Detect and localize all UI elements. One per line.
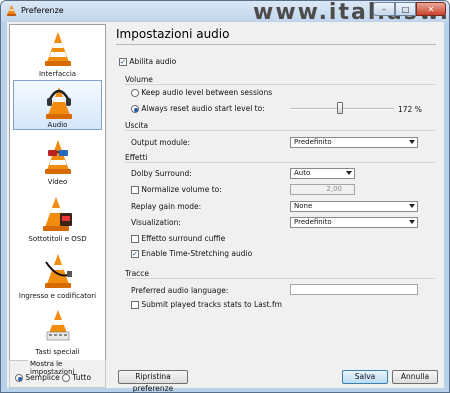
radio-checked-icon [131,105,139,113]
checkbox-unchecked-icon [131,301,139,309]
radio-unchecked-icon [131,89,139,97]
dolby-select[interactable]: Auto [290,168,355,179]
checkbox-unchecked-icon [131,186,139,194]
sidebar-item-hotkeys[interactable]: Tasti speciali [13,306,102,356]
sidebar-item-video[interactable]: Video [13,136,102,186]
tracks-section-title: Tracce [125,269,150,278]
volume-slider-thumb[interactable] [337,102,343,114]
maximize-button[interactable]: □ [395,2,416,16]
close-button[interactable]: ✕ [416,2,446,16]
checkmark-icon: ✓ [131,250,139,258]
replay-gain-label: Replay gain mode: [131,202,202,211]
normalize-checkbox[interactable]: Normalize volume to: [131,185,222,194]
chevron-down-icon [409,140,415,144]
sidebar-item-audio[interactable]: Audio [13,80,102,130]
enable-audio-label: Abilita audio [129,57,177,66]
preferences-content: Interfaccia Audio Video Sottotitoli e OS… [7,22,444,392]
visualization-label: Visualization: [131,218,181,227]
chevron-down-icon [346,171,352,175]
audio-language-input[interactable] [290,284,418,295]
cone-keys-icon [46,310,70,341]
sidebar-item-label: Video [47,178,68,186]
keep-volume-label: Keep audio level between sessions [141,88,273,97]
normalize-label: Normalize volume to: [141,185,222,194]
sidebar-item-label: Audio [47,121,68,129]
minimize-icon: – [382,4,386,14]
lastfm-checkbox[interactable]: Submit played tracks stats to Last.fm [131,300,282,309]
headphone-surround-checkbox[interactable]: Effetto surround cuffie [131,234,225,243]
dolby-value: Auto [294,169,311,177]
sidebar-item-interface[interactable]: Interfaccia [13,28,102,78]
cone-glasses-icon [45,140,71,174]
sidebar-item-subtitles[interactable]: Sottotitoli e OSD [13,193,102,243]
output-module-value: Predefinito [294,138,332,146]
radio-unchecked-icon [62,374,70,382]
timestretch-checkbox[interactable]: ✓ Enable Time-Stretching audio [131,249,252,258]
cone-icon [45,32,71,66]
reset-volume-label: Always reset audio start level to: [141,104,265,113]
sidebar-item-label: Ingresso e codificatori [18,292,97,300]
visualization-value: Predefinito [294,218,332,226]
keep-volume-radio[interactable]: Keep audio level between sessions [131,88,272,97]
output-module-select[interactable]: Predefinito [290,137,418,148]
output-section-title: Uscita [125,121,149,130]
volume-value: 172 % [398,105,422,114]
page-title: Impostazioni audio [116,27,230,41]
mode-all-label: Tutto [72,373,92,382]
headphone-surround-label: Effetto surround cuffie [141,234,226,243]
sidebar-item-label: Tasti speciali [35,348,80,356]
cone-headphones-icon [46,87,72,119]
radio-checked-icon [15,374,23,382]
enable-audio-checkbox[interactable]: ✓ Abilita audio [119,57,176,66]
effects-section-title: Effetti [125,153,148,162]
vlc-cone-icon [7,5,16,16]
reset-preferences-button[interactable]: Ripristina preferenze [118,370,188,392]
chevron-down-icon [409,220,415,224]
audio-language-label: Preferred audio language: [131,286,229,295]
visualization-select[interactable]: Predefinito [290,217,418,228]
dolby-label: Dolby Surround: [131,169,192,178]
normalize-value-spinbox[interactable]: 2,00 [290,184,355,195]
sidebar-item-input-codecs[interactable]: Ingresso e codificatori [13,250,102,300]
section-divider [125,130,435,131]
section-divider [125,84,435,85]
timestretch-label: Enable Time-Stretching audio [141,249,253,258]
minimize-button[interactable]: – [373,2,395,16]
checkmark-icon: ✓ [119,58,127,66]
cone-cable-icon [45,254,72,288]
chevron-down-icon [409,204,415,208]
section-divider [125,162,435,163]
mode-simple-label: Semplice [25,373,60,382]
checkbox-unchecked-icon [131,235,139,243]
replay-gain-value: None [294,202,313,210]
cancel-button[interactable]: Annulla [392,370,438,384]
sidebar-item-label: Sottotitoli e OSD [28,235,87,243]
maximize-icon: □ [401,4,410,14]
reset-volume-radio[interactable]: Always reset audio start level to: [131,104,265,113]
save-button[interactable]: Salva [342,370,388,384]
volume-section-title: Volume [125,75,153,84]
preferences-window: Preferenze www.italiasw.com – □ ✕ Interf… [0,0,450,393]
close-icon: ✕ [427,4,435,14]
cone-clock-icon [43,197,72,231]
output-module-label: Output module: [131,138,191,147]
mode-all-radio[interactable]: Tutto [62,373,91,382]
replay-gain-select[interactable]: None [290,201,418,212]
normalize-value: 2,00 [326,185,342,193]
section-divider [125,278,435,279]
window-title: Preferenze [21,6,64,15]
title-bar[interactable]: Preferenze www.italiasw.com – □ ✕ [1,1,449,25]
lastfm-label: Submit played tracks stats to Last.fm [141,300,282,309]
mode-simple-radio[interactable]: Semplice [15,373,60,382]
category-sidebar: Interfaccia Audio Video Sottotitoli e OS… [9,24,106,376]
sidebar-item-label: Interfaccia [38,70,77,78]
settings-mode-group: Mostra le impostazioni Semplice Tutto [9,360,106,388]
title-divider [116,44,436,45]
